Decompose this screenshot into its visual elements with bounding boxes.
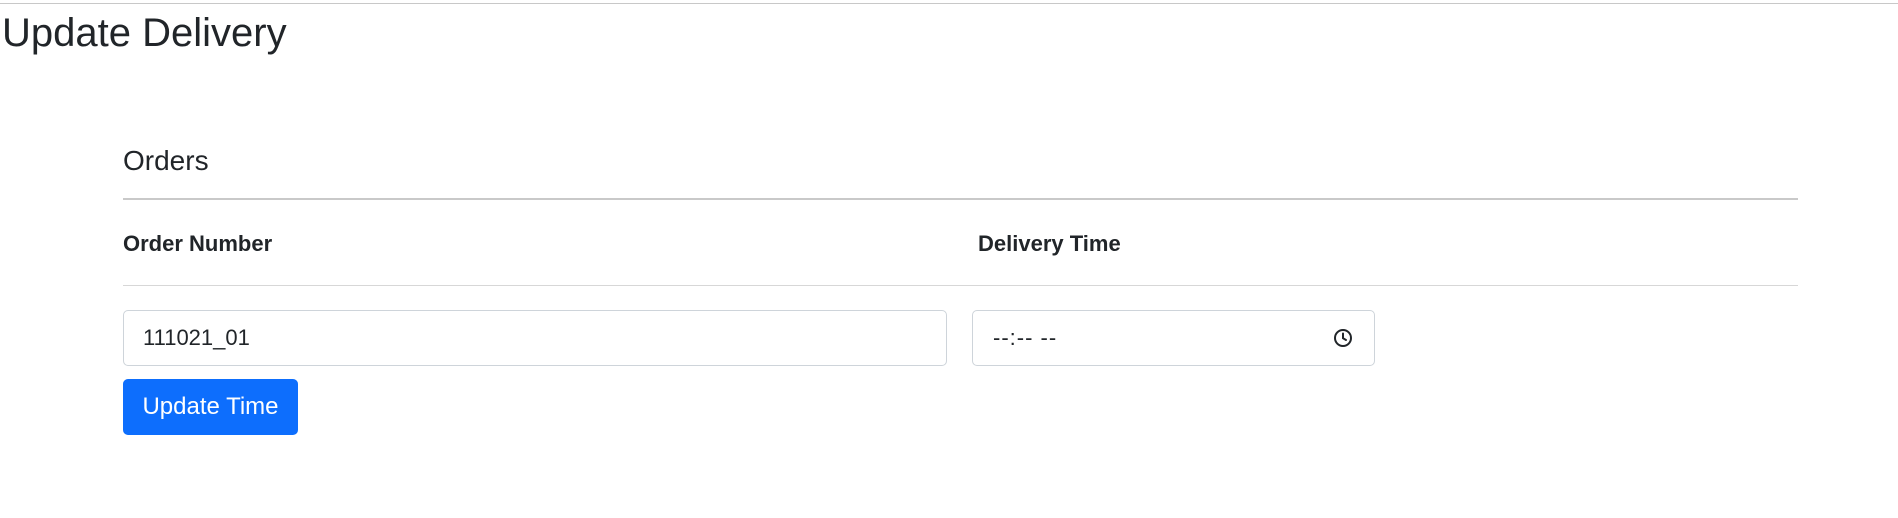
order-number-input[interactable] (123, 310, 947, 366)
section-divider (123, 198, 1798, 200)
column-header-delivery-time: Delivery Time (978, 231, 1121, 256)
top-divider (0, 3, 1898, 4)
column-header-order-number: Order Number (123, 231, 273, 256)
delivery-time-placeholder: --:-- -- (993, 325, 1058, 350)
clock-icon[interactable] (1332, 327, 1354, 349)
update-time-button[interactable]: Update Time (123, 379, 298, 435)
page-title: Update Delivery (2, 11, 287, 55)
delivery-time-input[interactable]: --:-- -- (972, 310, 1375, 366)
header-divider (123, 285, 1798, 286)
section-title: Orders (123, 145, 209, 176)
